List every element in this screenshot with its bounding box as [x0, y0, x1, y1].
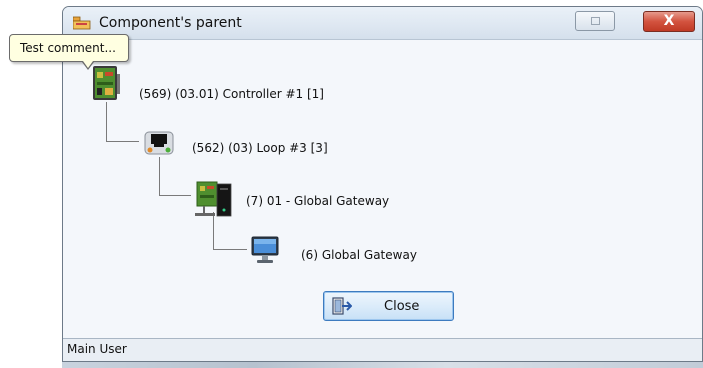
title-bar[interactable]: Component's parent X: [63, 7, 702, 40]
tree-connector: [213, 249, 247, 250]
tree-connector: [159, 157, 160, 196]
tree-node-label[interactable]: (6) Global Gateway: [301, 248, 417, 262]
folder-tree-icon: [73, 16, 91, 30]
window-close-button[interactable]: X: [643, 11, 695, 32]
tree-node-label[interactable]: (562) (03) Loop #3 [3]: [192, 141, 328, 155]
tooltip-text: Test comment...: [20, 41, 116, 55]
computer-monitor-icon[interactable]: [249, 234, 283, 268]
window-title: Component's parent: [99, 15, 242, 31]
gateway-server-icon[interactable]: [193, 178, 237, 220]
close-button-label: Close: [384, 299, 420, 314]
restore-icon: [591, 17, 600, 25]
status-user-text: Main User: [67, 342, 127, 356]
tree-connector: [159, 195, 191, 196]
tree-connector: [106, 102, 107, 142]
comment-tooltip: Test comment...: [9, 34, 129, 70]
tooltip-tail-inner: [83, 61, 93, 68]
close-button[interactable]: Close: [323, 291, 454, 321]
tree-panel: (569) (03.01) Controller #1 [1] (562) (0…: [63, 40, 702, 339]
tree-connector: [106, 141, 139, 142]
door-exit-icon: [332, 297, 352, 315]
network-loop-icon[interactable]: [141, 128, 177, 160]
tree-node-label[interactable]: (569) (03.01) Controller #1 [1]: [139, 87, 324, 101]
restore-button[interactable]: [575, 11, 615, 31]
close-icon: X: [663, 13, 675, 29]
controller-board-icon[interactable]: [91, 64, 123, 104]
dialog-window: Component's parent X (569) (03.01) Contr…: [62, 6, 703, 362]
tree-node-label[interactable]: (7) 01 - Global Gateway: [246, 194, 389, 208]
status-bar: Main User: [63, 338, 702, 361]
